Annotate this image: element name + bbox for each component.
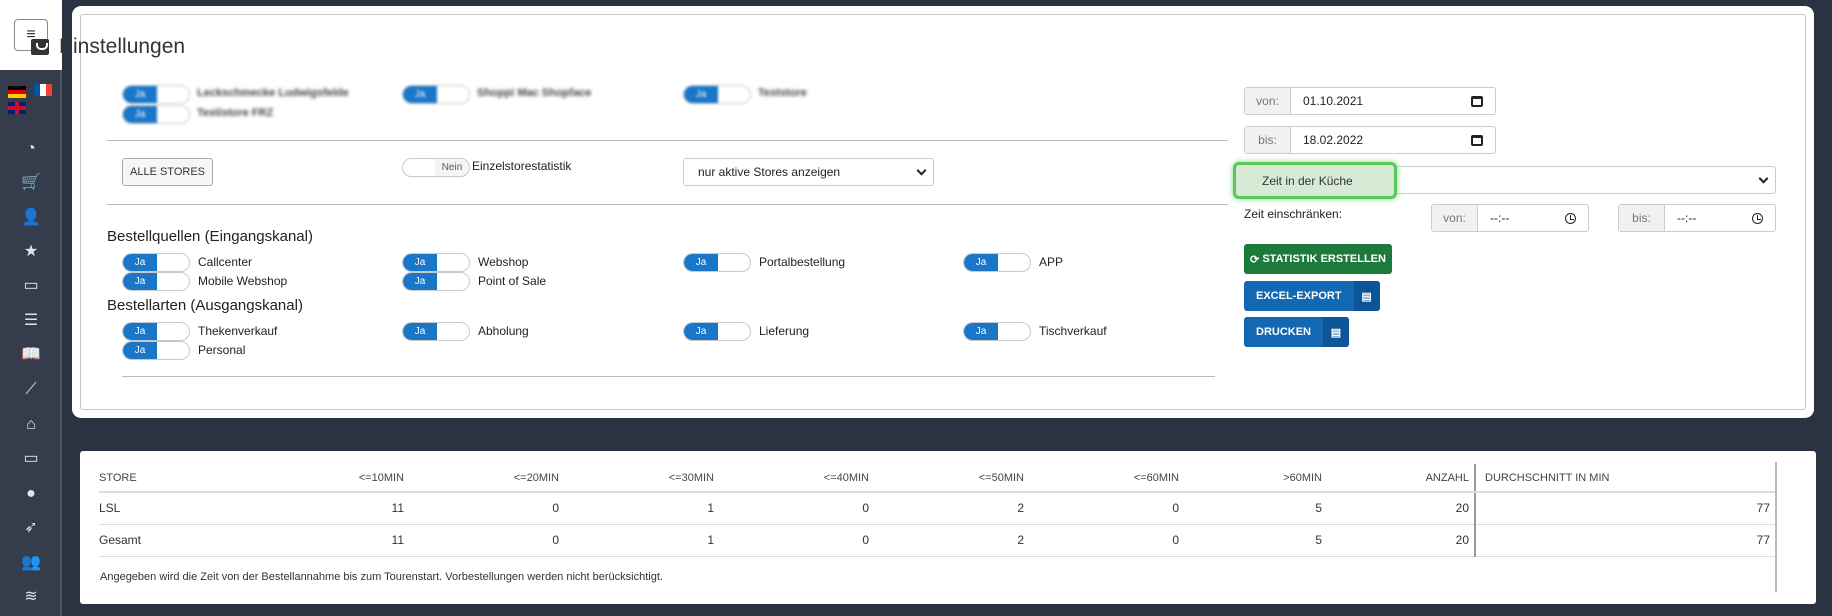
callcenter-label: Callcenter [198,255,253,269]
flag-de-icon[interactable] [8,86,26,98]
table-border [1775,462,1777,592]
database-icon[interactable]: ≋ [0,587,62,607]
excel-export-button[interactable]: EXCEL-EXPORT ▤ [1244,281,1380,311]
thekenverkauf-toggle[interactable]: Ja [122,322,190,341]
callcenter-toggle[interactable]: Ja [122,253,190,272]
date-to-field[interactable]: bis: 18.02.2022 [1244,126,1496,154]
col-10min: <=10MIN [254,464,409,493]
abholung-toggle[interactable]: Ja [402,322,470,341]
personal-toggle[interactable]: Ja [122,341,190,360]
refresh-icon: ⟳ [1250,253,1263,266]
table-note: Angegeben wird die Zeit von der Bestella… [100,571,663,583]
store-toggle[interactable]: Ja [402,85,470,104]
webshop-toggle[interactable]: Ja [402,253,470,272]
store-name: Teststore [758,87,807,99]
tischverkauf-label: Tischverkauf [1039,324,1107,338]
col-30min: <=30MIN [564,464,719,493]
personal-label: Personal [198,343,246,357]
all-stores-button[interactable]: ALLE STORES [122,158,213,186]
time-to-field[interactable]: bis: --:-- [1618,204,1776,232]
sources-title: Bestellquellen (Eingangskanal) [107,228,313,245]
sidebar: ≡ ◔ 🛒 👤 ★ ▭ ☰ 📖 ⟋ ⌂ ▭ ● ➶ 👥 ≋ [0,0,62,616]
table-header-row: STORE <=10MIN <=20MIN <=30MIN <=40MIN <=… [99,464,1775,493]
col-count: ANZAHL [1327,464,1476,493]
col-40min: <=40MIN [719,464,874,493]
store-toggle[interactable]: Ja [122,105,190,124]
file-icon: ▤ [1353,281,1380,311]
page-title-text: Einstellungen [59,35,186,58]
home-icon[interactable]: ⌂ [0,415,62,435]
time-from-field[interactable]: von: --:-- [1431,204,1589,232]
abholung-label: Abholung [478,324,529,338]
col-20min: <=20MIN [409,464,564,493]
store-name: Testistore FRZ [197,107,274,119]
date-from-field[interactable]: von: 01.10.2021 [1244,87,1496,115]
col-store: STORE [99,464,254,493]
calendar-icon[interactable] [1471,135,1483,146]
mobile-webshop-toggle[interactable]: Ja [122,272,190,291]
app-toggle[interactable]: Ja [963,253,1031,272]
clock-icon[interactable] [1752,213,1763,224]
types-title: Bestellarten (Ausgangskanal) [107,297,303,314]
table-row: Gesamt 11 0 1 0 2 0 5 20 77 [99,524,1775,557]
flag-fr-icon[interactable] [34,84,52,96]
col-60min: <=60MIN [1029,464,1184,493]
file-icon: ▤ [1323,317,1349,347]
calendar-icon[interactable] [1471,96,1483,107]
einzelstore-label: Einzelstorestatistik [472,159,572,173]
table-row: LSL 11 0 1 0 2 0 5 20 77 [99,492,1775,525]
print-button[interactable]: DRUCKEN ▤ [1244,317,1349,347]
divider [107,140,1228,141]
store-name: Leckschmecke Ludwigsfelde [197,87,349,99]
users-icon[interactable]: 👥 [0,553,62,573]
chevron-down-icon [1758,173,1769,184]
create-statistics-button[interactable]: ⟳ STATISTIK ERSTELLEN [1244,244,1392,274]
chart-line-icon[interactable]: ⟋ [0,380,62,400]
mobile-webshop-label: Mobile Webshop [198,274,288,288]
flag-uk-icon[interactable] [8,102,26,114]
col-over60: >60MIN [1184,464,1327,493]
chevron-down-icon [916,165,927,176]
store-toggle[interactable]: Ja [683,85,751,104]
store-filter-select[interactable]: nur aktive Stores anzeigen [683,158,934,186]
lieferung-toggle[interactable]: Ja [683,322,751,341]
lieferung-label: Lieferung [759,324,810,338]
time-restrict-label: Zeit einschränken: [1244,207,1343,221]
divider [122,376,1215,377]
portalbestellung-toggle[interactable]: Ja [683,253,751,272]
book-icon[interactable]: 📖 [0,345,62,365]
store-toggle[interactable]: Ja [122,85,190,104]
star-icon[interactable]: ★ [0,242,62,262]
tischverkauf-toggle[interactable]: Ja [963,322,1031,341]
cart-icon[interactable]: 🛒 [0,173,62,193]
results-table: STORE <=10MIN <=20MIN <=30MIN <=40MIN <=… [99,464,1775,557]
tachometer-icon[interactable]: ◔ [0,139,62,159]
store-icon [31,39,49,55]
webshop-label: Webshop [478,255,529,269]
app-label: APP [1039,255,1064,269]
point-of-sale-toggle[interactable]: Ja [402,272,470,291]
monitor-icon[interactable]: ▭ [0,449,62,469]
user-plus-icon[interactable]: 👤 [0,208,62,228]
store-name: Shoppi Mac Shopface [477,87,592,99]
einzelstore-toggle[interactable]: Nein [402,158,470,177]
divider [107,204,1228,205]
list-icon[interactable]: ☰ [0,311,62,331]
user-icon[interactable]: ● [0,484,62,504]
clock-icon[interactable] [1565,213,1576,224]
rocket-icon[interactable]: ➶ [0,518,62,538]
portalbestellung-label: Portalbestellung [759,255,846,269]
mode-select-value[interactable]: Zeit in der Küche [1233,162,1397,199]
point-of-sale-label: Point of Sale [478,274,547,288]
thekenverkauf-label: Thekenverkauf [198,324,278,338]
col-50min: <=50MIN [874,464,1029,493]
col-avg: DURCHSCHNITT IN MIN [1475,464,1775,493]
page-title: Einstellungen [31,35,185,59]
archive-icon[interactable]: ▭ [0,276,62,296]
